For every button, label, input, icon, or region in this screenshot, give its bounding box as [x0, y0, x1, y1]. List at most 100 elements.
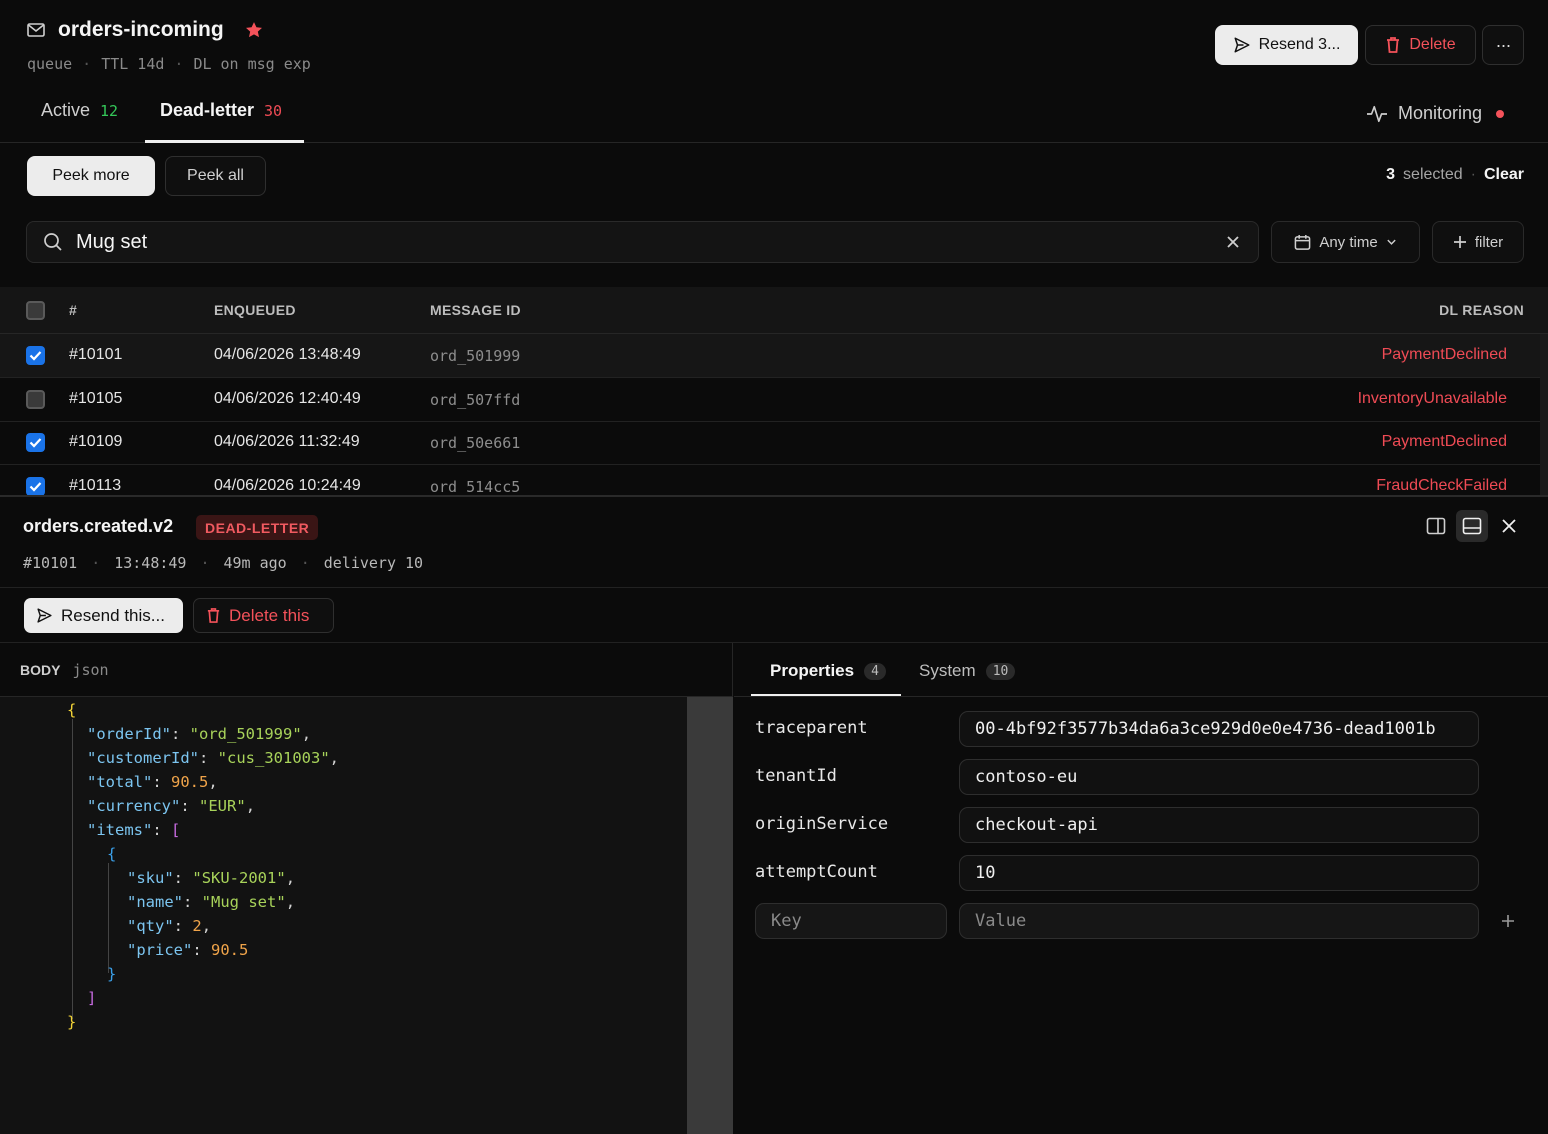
monitoring-link[interactable]: Monitoring — [1366, 103, 1505, 124]
row-message-id: ord_507ffd — [430, 391, 521, 409]
separator-dot: · — [200, 554, 210, 572]
activity-icon — [1366, 104, 1388, 124]
plus-icon — [1453, 235, 1467, 249]
table-row[interactable]: #10113 04/06/2026 10:24:49 ord_514cc5 Fr… — [0, 465, 1540, 496]
search-input[interactable]: Mug set — [76, 231, 1226, 254]
code-line: { — [67, 701, 77, 719]
table-header: # ENQUEUED MESSAGE ID DL REASON — [0, 287, 1548, 334]
new-value-input[interactable]: Value — [959, 903, 1479, 939]
property-value-field[interactable]: checkout-api — [959, 807, 1479, 843]
separator-dot: · — [174, 55, 184, 73]
property-key: traceparent — [755, 718, 868, 738]
property-key: originService — [755, 814, 889, 834]
split-vertical-icon[interactable] — [1421, 511, 1451, 541]
column-header-message-id[interactable]: MESSAGE ID — [430, 302, 521, 318]
row-checkbox[interactable] — [26, 346, 45, 365]
json-currency: EUR — [208, 797, 237, 815]
code-scrollbar[interactable] — [687, 697, 733, 1134]
row-dl-reason: PaymentDeclined — [1381, 346, 1507, 363]
table-row[interactable]: #10105 04/06/2026 12:40:49 ord_507ffd In… — [0, 378, 1540, 422]
row-seq: #10109 — [69, 433, 123, 450]
code-line: "customerId": "cus_301003", — [87, 749, 340, 767]
status-badge: DEAD-LETTER — [196, 515, 319, 540]
json-customer-id: cus_301003 — [227, 749, 321, 767]
code-line: { — [107, 845, 117, 863]
code-line: "sku": "SKU-2001", — [127, 869, 296, 887]
indent-guide — [108, 863, 109, 973]
row-dl-reason: PaymentDeclined — [1381, 433, 1507, 450]
indent-guide — [72, 719, 73, 1019]
tab-system[interactable]: System 10 — [919, 661, 1016, 681]
time-filter-label: Any time — [1319, 233, 1378, 251]
mail-icon — [26, 22, 46, 38]
code-line: ] — [87, 989, 97, 1007]
property-value-field[interactable]: 00-4bf92f3577b34da6a3ce929d0e0e4736-dead… — [959, 711, 1479, 747]
body-pane: BODY json { "orderId": "ord_501999", "cu… — [0, 643, 733, 1134]
tab-dead-letter[interactable]: Dead-letter 30 — [160, 100, 282, 121]
column-header-enqueued[interactable]: ENQUEUED — [214, 302, 296, 318]
clear-search-icon[interactable] — [1226, 235, 1240, 249]
property-key: tenantId — [755, 766, 837, 786]
queue-title: orders-incoming — [58, 18, 224, 41]
queue-type: queue — [27, 55, 73, 73]
tab-active-count: 12 — [100, 102, 119, 120]
column-header-dl-reason[interactable]: DL REASON — [1439, 302, 1524, 318]
row-checkbox[interactable] — [26, 433, 45, 452]
code-line: } — [107, 965, 117, 983]
json-item-sku: SKU-2001 — [201, 869, 277, 887]
add-filter-button[interactable]: filter — [1432, 221, 1524, 263]
send-icon — [1233, 36, 1251, 54]
delete-button[interactable]: Delete — [1365, 25, 1476, 65]
more-options-button[interactable]: ··· — [1482, 25, 1524, 65]
delete-message-button[interactable]: Delete this — [193, 598, 334, 633]
add-property-icon[interactable] — [1501, 914, 1515, 928]
table-row[interactable]: #10109 04/06/2026 11:32:49 ord_50e661 Pa… — [0, 421, 1540, 465]
property-value-field[interactable]: contoso-eu — [959, 759, 1479, 795]
property-key: attemptCount — [755, 862, 878, 882]
select-all-checkbox[interactable] — [26, 301, 45, 320]
body-format: json — [72, 661, 109, 679]
time-filter-dropdown[interactable]: Any time — [1271, 221, 1420, 263]
tab-properties[interactable]: Properties 4 — [770, 661, 886, 681]
row-checkbox[interactable] — [26, 390, 45, 409]
calendar-icon — [1294, 234, 1311, 251]
selected-count: 3 — [1386, 166, 1396, 183]
tab-properties-label: Properties — [770, 661, 855, 680]
code-line: } — [67, 1013, 77, 1031]
table-row[interactable]: #10101 04/06/2026 13:48:49 ord_501999 Pa… — [0, 334, 1540, 378]
tab-active[interactable]: Active 12 — [41, 100, 118, 121]
queue-dl-policy: DL on msg exp — [193, 55, 311, 73]
new-key-input[interactable]: Key — [755, 903, 947, 939]
table-scrollbar[interactable] — [1540, 334, 1548, 496]
add-filter-label: filter — [1474, 233, 1504, 251]
code-line: "qty": 2, — [127, 917, 212, 935]
separator-dot: · — [1470, 166, 1476, 183]
split-horizontal-icon[interactable] — [1456, 510, 1488, 542]
row-checkbox[interactable] — [26, 477, 45, 496]
message-time: 13:48:49 — [114, 554, 187, 572]
monitoring-label: Monitoring — [1398, 103, 1483, 123]
tab-active-label: Active — [41, 100, 91, 120]
row-dl-reason: FraudCheckFailed — [1376, 477, 1507, 494]
property-value-field[interactable]: 10 — [959, 855, 1479, 891]
close-icon[interactable] — [1497, 514, 1521, 538]
row-seq: #10101 — [69, 346, 123, 363]
resend-selected-button[interactable]: Resend 3... — [1215, 25, 1358, 65]
selection-info: 3 selected · Clear — [1386, 166, 1524, 184]
separator-dot: · — [300, 554, 310, 572]
star-icon[interactable] — [244, 20, 264, 40]
messages-table: # ENQUEUED MESSAGE ID DL REASON #10101 0… — [0, 287, 1548, 496]
delete-label: Delete — [1409, 36, 1456, 53]
json-viewer[interactable]: { "orderId": "ord_501999", "customerId":… — [0, 697, 687, 1134]
resend-message-button[interactable]: Resend this... — [24, 598, 183, 633]
search-box[interactable]: Mug set — [26, 221, 1259, 263]
queue-meta: queue · TTL 14d · DL on msg exp — [27, 55, 311, 73]
peek-all-button[interactable]: Peek all — [165, 156, 266, 196]
code-line: "currency": "EUR", — [87, 797, 256, 815]
code-line: "total": 90.5, — [87, 773, 218, 791]
peek-more-button[interactable]: Peek more — [27, 156, 155, 196]
clear-selection-button[interactable]: Clear — [1484, 166, 1524, 184]
tab-dead-letter-label: Dead-letter — [160, 100, 255, 120]
tab-system-label: System — [919, 661, 976, 680]
divider — [0, 587, 1548, 588]
